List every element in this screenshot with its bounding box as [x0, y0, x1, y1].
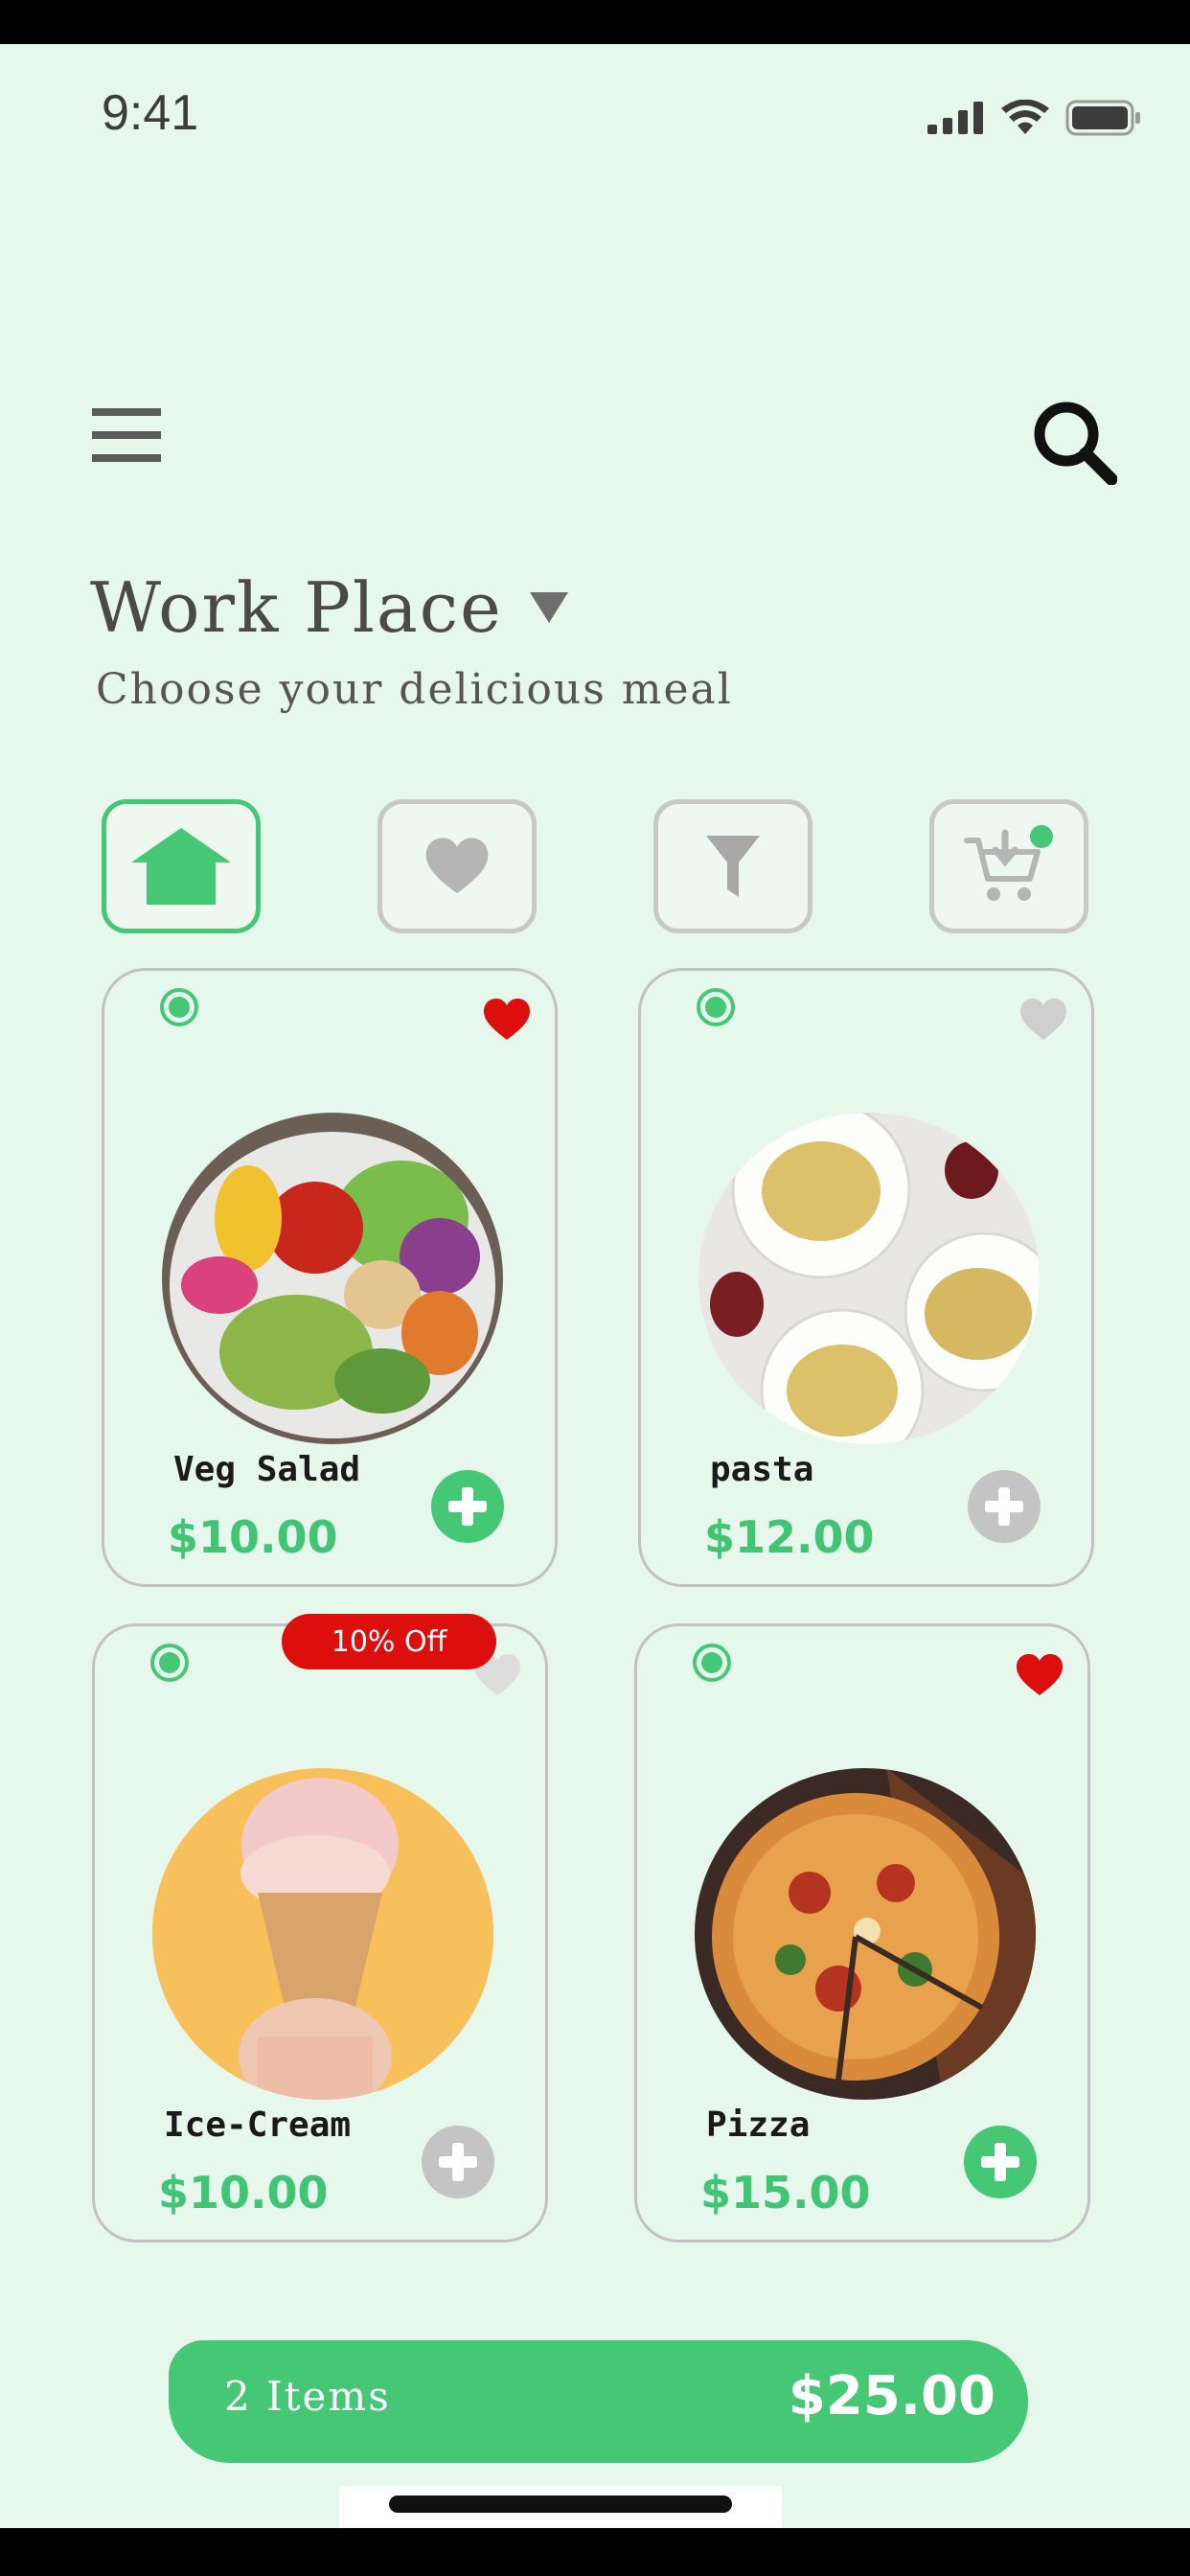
- food-card-veg-salad[interactable]: Veg Salad $10.00: [102, 968, 558, 1587]
- add-button[interactable]: [421, 2125, 495, 2199]
- item-name: pasta: [710, 1450, 814, 1489]
- radio-icon[interactable]: [158, 986, 200, 1028]
- filter-icon: [706, 836, 760, 897]
- battery-icon: [1065, 100, 1140, 136]
- status-time: 9:41: [102, 85, 199, 141]
- item-name: Ice-Cream: [164, 2105, 352, 2145]
- ice-cream-image: [152, 1768, 493, 2100]
- item-price: $10.00: [158, 2167, 329, 2219]
- page-subtitle: Choose your delicious meal: [96, 665, 733, 714]
- salad-image: [162, 1113, 503, 1444]
- tab-cart[interactable]: [929, 799, 1088, 933]
- item-price: $15.00: [700, 2167, 871, 2219]
- food-card-pasta[interactable]: pasta $12.00: [638, 968, 1094, 1587]
- menu-icon[interactable]: [92, 408, 161, 462]
- heart-icon[interactable]: [1015, 1653, 1064, 1697]
- add-button[interactable]: [430, 1469, 505, 1544]
- radio-icon[interactable]: [149, 1642, 191, 1684]
- item-name: Veg Salad: [173, 1450, 361, 1489]
- item-price: $10.00: [168, 1511, 338, 1563]
- heart-icon[interactable]: [482, 998, 532, 1042]
- home-indicator[interactable]: [389, 2496, 732, 2513]
- tab-favorites[interactable]: [378, 799, 537, 933]
- cart-summary-button[interactable]: 2 Items $25.00: [169, 2340, 1028, 2463]
- location-title: Work Place: [90, 567, 503, 648]
- status-icons: [927, 100, 1142, 136]
- heart-icon[interactable]: [1018, 998, 1068, 1042]
- wifi-icon: [1001, 100, 1049, 134]
- food-card-ice-cream[interactable]: Ice-Cream $10.00: [92, 1623, 548, 2242]
- search-icon[interactable]: [1031, 399, 1117, 485]
- cart-icon: [964, 825, 1053, 901]
- heart-icon: [425, 838, 489, 894]
- home-icon: [131, 828, 231, 905]
- tab-filter[interactable]: [653, 799, 812, 933]
- food-card-pizza[interactable]: Pizza $15.00: [634, 1623, 1090, 2242]
- signal-icon: [927, 102, 983, 134]
- item-name: Pizza: [706, 2105, 811, 2145]
- cart-total: $25.00: [788, 2365, 995, 2427]
- cart-item-count: 2 Items: [224, 2373, 391, 2420]
- chevron-down-icon: [529, 592, 568, 623]
- app-screen: 9:41 Work Place Choose your delicious me…: [0, 44, 1190, 2528]
- cart-notification-dot: [1030, 825, 1053, 848]
- add-button[interactable]: [963, 2125, 1038, 2199]
- tab-home[interactable]: [102, 799, 261, 933]
- pizza-image: [695, 1768, 1036, 2100]
- item-price: $12.00: [704, 1511, 875, 1563]
- radio-icon[interactable]: [695, 986, 737, 1028]
- discount-badge: 10% Off: [282, 1614, 496, 1669]
- pasta-image: [698, 1113, 1040, 1444]
- add-button[interactable]: [967, 1469, 1041, 1544]
- location-selector[interactable]: Work Place: [90, 567, 568, 648]
- radio-icon[interactable]: [691, 1642, 733, 1684]
